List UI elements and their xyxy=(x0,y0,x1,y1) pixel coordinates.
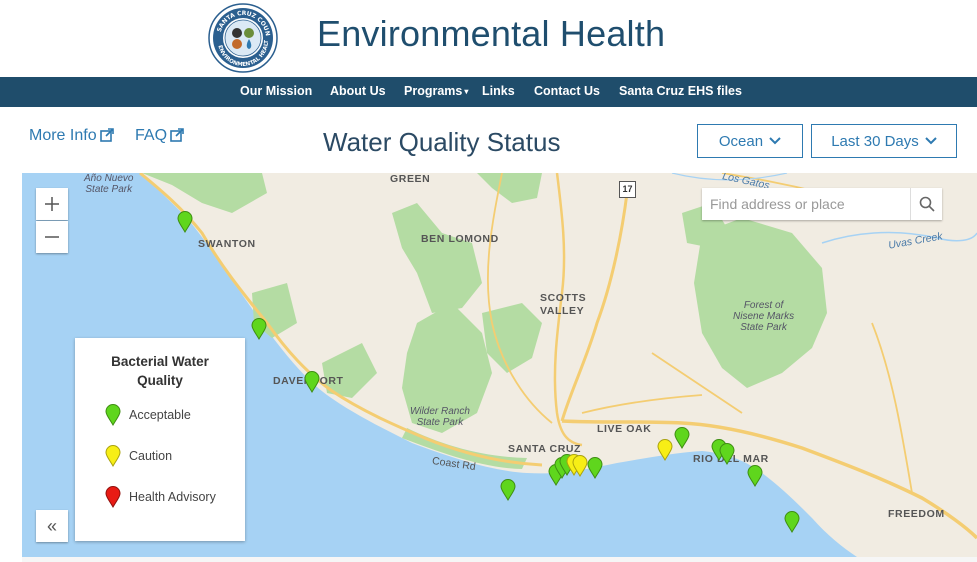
red-marker-icon xyxy=(105,486,121,508)
map-marker-acceptable[interactable] xyxy=(304,371,320,393)
park-label-ano-nuevo: Año Nuevo State Park xyxy=(84,173,134,195)
double-chevron-left-icon: « xyxy=(46,515,57,536)
faq-label: FAQ xyxy=(135,127,168,144)
site-title: Environmental Health xyxy=(317,13,666,54)
search-icon xyxy=(919,196,935,212)
legend-label-acceptable: Acceptable xyxy=(129,408,191,422)
map-marker-acceptable[interactable] xyxy=(500,479,516,501)
map-marker-acceptable[interactable] xyxy=(177,211,193,233)
map-marker-acceptable[interactable] xyxy=(784,511,800,533)
more-info-link[interactable]: More Info xyxy=(29,127,114,145)
collapse-legend-button[interactable]: « xyxy=(36,510,68,542)
map-toolbar: More Info FAQ Water Quality Status Ocean… xyxy=(0,107,977,173)
zoom-in-button[interactable] xyxy=(36,188,68,220)
search-button[interactable] xyxy=(910,188,943,220)
map-marker-acceptable[interactable] xyxy=(747,465,763,487)
map-marker-acceptable[interactable] xyxy=(587,457,603,479)
county-seal-logo: SANTA CRUZ COUNTY ENVIRONMENTAL HEALTH xyxy=(205,0,278,73)
highway-17-shield: 17 xyxy=(619,181,636,198)
nav-our-mission[interactable]: Our Mission xyxy=(240,84,312,98)
park-label-nisene-marks: Forest of Nisene Marks State Park xyxy=(733,300,795,333)
external-link-icon xyxy=(99,128,114,142)
nav-links[interactable]: Links xyxy=(482,84,515,98)
water-type-value: Ocean xyxy=(718,132,764,150)
nav-programs[interactable]: Programs ▾ xyxy=(404,84,468,98)
park-label-wilder-ranch: Wilder Ranch State Park xyxy=(410,406,470,428)
map-marker-acceptable[interactable] xyxy=(674,427,690,449)
place-label-scotts: SCOTTS xyxy=(540,292,587,304)
more-info-label: More Info xyxy=(29,127,97,144)
time-range-value: Last 30 Days xyxy=(831,132,919,150)
place-label-greeno: GREEN xyxy=(390,173,431,185)
minus-icon xyxy=(45,236,59,238)
external-link-icon xyxy=(170,128,184,142)
place-label-valley: VALLEY xyxy=(540,305,585,317)
water-type-dropdown[interactable]: Ocean xyxy=(697,124,803,158)
zoom-out-button[interactable] xyxy=(36,221,68,253)
map-legend: Bacterial Water Quality Acceptable Cauti… xyxy=(75,338,245,541)
map-search-box xyxy=(702,188,942,220)
page-title: Water Quality Status xyxy=(323,127,561,157)
chevron-down-icon xyxy=(769,137,781,145)
site-header: SANTA CRUZ COUNTY ENVIRONMENTAL HEALTH E… xyxy=(0,0,977,77)
map-marker-caution[interactable] xyxy=(657,439,673,461)
water-quality-map[interactable]: 17 Año Nuevo State Park SWANTON GREEN BEN… xyxy=(22,173,977,557)
place-label-live-oak: LIVE OAK xyxy=(597,423,652,435)
place-label-swanton: SWANTON xyxy=(198,238,256,250)
map-search-input[interactable] xyxy=(702,188,909,220)
chevron-down-icon xyxy=(925,137,937,145)
green-marker-icon xyxy=(105,404,121,426)
nav-about-us[interactable]: About Us xyxy=(330,84,386,98)
map-attribution xyxy=(22,557,977,562)
legend-label-health-advisory: Health Advisory xyxy=(129,490,216,504)
map-marker-acceptable[interactable] xyxy=(251,318,267,340)
map-marker-acceptable[interactable] xyxy=(719,443,735,465)
map-marker-caution[interactable] xyxy=(572,455,588,477)
place-label-freedom: FREEDOM xyxy=(888,508,945,520)
time-range-dropdown[interactable]: Last 30 Days xyxy=(811,124,957,158)
plus-icon xyxy=(45,197,59,211)
legend-title-line2: Quality xyxy=(137,373,183,388)
nav-contact-us[interactable]: Contact Us xyxy=(534,84,600,98)
faq-link[interactable]: FAQ xyxy=(135,127,184,145)
legend-title-line1: Bacterial Water xyxy=(111,354,209,369)
legend-label-caution: Caution xyxy=(129,449,173,463)
yellow-marker-icon xyxy=(105,445,121,467)
legend-title: Bacterial Water Quality xyxy=(75,352,245,390)
main-navbar: Our Mission About Us Programs ▾ Links Con… xyxy=(0,77,977,107)
nav-ehs-files[interactable]: Santa Cruz EHS files xyxy=(619,84,742,98)
caret-down-icon: ▾ xyxy=(464,87,469,96)
nav-programs-label: Programs xyxy=(404,84,463,98)
place-label-ben-lomond: BEN LOMOND xyxy=(421,233,499,245)
